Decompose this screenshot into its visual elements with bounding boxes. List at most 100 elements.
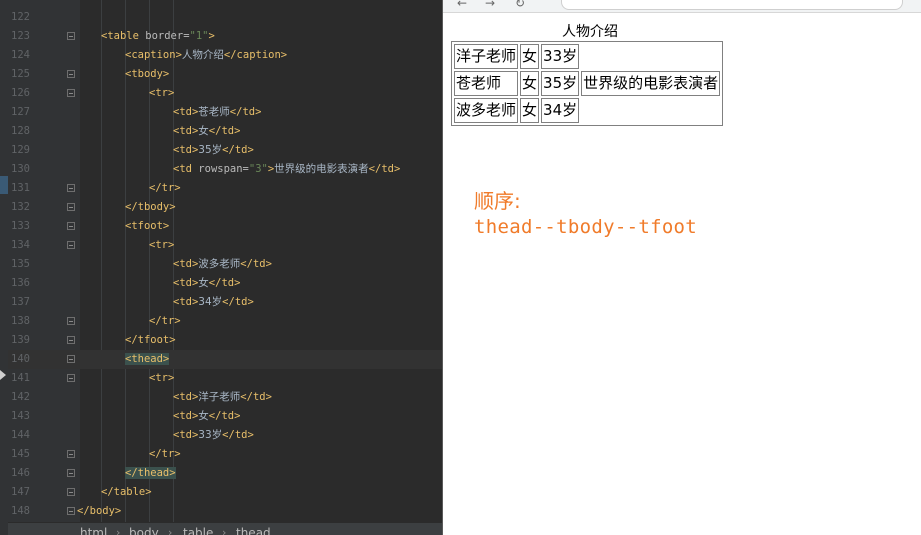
breadcrumb-item-html[interactable]: html [80,523,107,535]
code-token: border= [145,30,190,42]
code-line[interactable]: 128 <td>女</td> [8,122,442,141]
code-token: <tbody> [125,68,170,80]
code-token: </tr> [149,315,181,327]
code-editor[interactable]: 122 123 <table border="1"> 124 <caption>人物介绍… [0,0,443,535]
code-line[interactable]: 143 <td>女</td> [8,407,442,426]
line-number: 142 [11,391,30,403]
code-line[interactable]: 131 </tr> [8,179,442,198]
code-line[interactable]: 146 </thead> [8,464,442,483]
code-line[interactable]: 140 <thead> [8,350,442,369]
code-token: </td> [240,391,272,403]
code-line[interactable]: 132 </tbody> [8,198,442,217]
code-line[interactable]: 139 </tfoot> [8,331,442,350]
line-number: 130 [11,163,30,175]
breadcrumb-item-table[interactable]: table [183,523,213,535]
code-token: 女 [198,125,209,137]
code-line[interactable]: 138 </tr> [8,312,442,331]
code-token: <td [173,163,199,175]
code-line[interactable]: 127 <td>苍老师</td> [8,103,442,122]
line-number: 137 [11,296,30,308]
table-cell-age: 35岁 [541,71,580,96]
code-text: <thead> [125,350,170,369]
table-cell-name: 波多老师 [454,98,519,123]
code-line[interactable]: 141 <tr> [8,369,442,388]
code-line[interactable]: 125 <tbody> [8,65,442,84]
code-text: <tr> [149,369,174,388]
code-token: <td> [173,391,199,403]
fold-marker-icon[interactable] [67,450,75,458]
code-line[interactable]: 133 <tfoot> [8,217,442,236]
collapse-arrow-icon[interactable] [0,370,6,380]
code-token: 女 [198,277,209,289]
fold-marker-icon[interactable] [67,469,75,477]
line-number: 141 [11,372,30,384]
back-icon[interactable]: ← [457,0,467,10]
code-token: <thead> [125,353,170,365]
code-line[interactable]: 122 [8,8,442,27]
fold-marker-icon[interactable] [67,184,75,192]
code-line[interactable]: 144 <td>33岁</td> [8,426,442,445]
code-token: <td> [173,125,199,137]
breadcrumb: html › body › table › thead [8,522,442,535]
code-token: <tr> [149,372,175,384]
line-number: 127 [11,106,30,118]
reload-icon[interactable]: ↻ [515,0,525,10]
tool-strip-selection[interactable] [0,176,8,194]
code-line[interactable]: 126 <tr> [8,84,442,103]
line-number: 126 [11,87,30,99]
fold-marker-icon[interactable] [67,222,75,230]
code-line[interactable]: 147 </table> [8,483,442,502]
code-text: </tr> [149,445,181,464]
breadcrumb-item-body[interactable]: body [129,523,159,535]
code-line[interactable]: 129 <td>35岁</td> [8,141,442,160]
fold-marker-icon[interactable] [67,336,75,344]
forward-icon[interactable]: → [485,0,495,10]
code-token: <caption> [125,49,182,61]
table-row: 洋子老师 女 33岁 [454,44,720,69]
chevron-right-icon: › [168,526,173,535]
table-row: 波多老师 女 34岁 [454,98,720,123]
table-caption: 人物介绍 [562,24,618,40]
fold-marker-icon[interactable] [67,507,75,515]
code-line[interactable]: 134 <tr> [8,236,442,255]
fold-marker-icon[interactable] [67,317,75,325]
code-line[interactable]: 145 </tr> [8,445,442,464]
code-token: </table> [101,486,152,498]
fold-marker-icon[interactable] [67,241,75,249]
table-cell-age: 33岁 [541,44,580,69]
table-cell-description: 世界级的电影表演者 [581,71,721,96]
fold-marker-icon[interactable] [67,355,75,363]
code-text: <td>33岁</td> [173,426,254,445]
fold-marker-icon[interactable] [67,488,75,496]
fold-marker-icon[interactable] [67,70,75,78]
code-line[interactable]: 142 <td>洋子老师</td> [8,388,442,407]
line-number: 146 [11,467,30,479]
code-text: </table> [101,483,152,502]
code-line[interactable]: 137 <td>34岁</td> [8,293,442,312]
fold-marker-icon[interactable] [67,374,75,382]
code-line[interactable]: 124 <caption>人物介绍</caption> [8,46,442,65]
fold-marker-icon[interactable] [67,32,75,40]
code-token: <table [101,30,146,42]
code-token: rowspan= [198,163,249,175]
code-line[interactable]: 135 <td>波多老师</td> [8,255,442,274]
code-line[interactable]: 123 <table border="1"> [8,27,442,46]
code-token: </td> [229,106,262,118]
breadcrumb-item-thead[interactable]: thead [236,523,271,535]
code-token: <td> [173,429,199,441]
order-note-title: 顺序: [474,189,521,213]
code-line[interactable]: 136 <td>女</td> [8,274,442,293]
code-token: <td> [173,410,199,422]
code-text: <td>34岁</td> [173,293,254,312]
order-note-body: thead--tbody--tfoot [474,216,698,238]
code-text: </tr> [149,312,181,331]
table-cell-age: 34岁 [541,98,580,123]
fold-marker-icon[interactable] [67,203,75,211]
address-bar[interactable] [561,0,903,10]
line-number: 122 [11,11,30,23]
code-token: 33岁 [198,429,223,441]
code-line[interactable]: 130 <td rowspan="3">世界级的电影表演者</td> [8,160,442,179]
code-line[interactable]: 148 </body> [8,502,442,521]
table-cell-gender: 女 [520,98,540,123]
fold-marker-icon[interactable] [67,89,75,97]
